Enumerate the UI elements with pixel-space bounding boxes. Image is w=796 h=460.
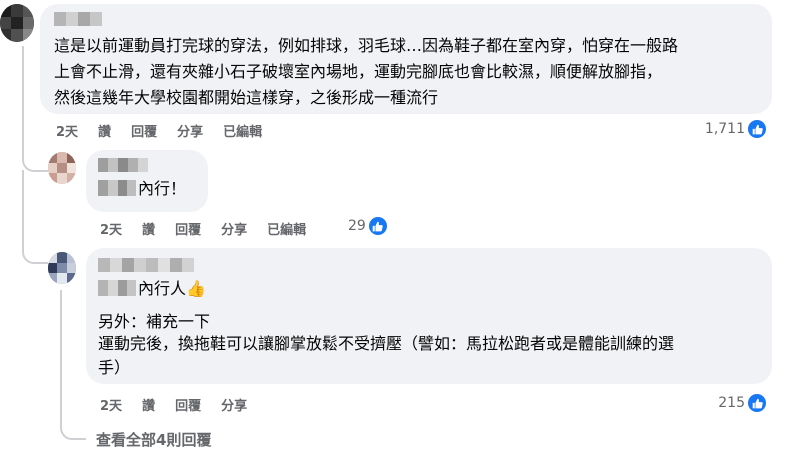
comment-actions: 2天 讚 回覆 分享 已編輯 bbox=[100, 219, 326, 238]
mentioned-user[interactable] bbox=[98, 180, 136, 196]
view-all-replies-link[interactable]: 查看全部4則回覆 bbox=[96, 429, 211, 450]
reaction-count[interactable]: 1,711 bbox=[705, 120, 766, 138]
like-button[interactable]: 讚 bbox=[142, 395, 155, 414]
reaction-count[interactable]: 29 bbox=[348, 217, 387, 235]
comment-text-line: 手） bbox=[98, 358, 131, 377]
share-button[interactable]: 分享 bbox=[221, 395, 247, 414]
thumbs-up-icon bbox=[368, 217, 387, 235]
comment-bubble: 內行！ bbox=[86, 150, 208, 212]
thumbs-up-icon bbox=[748, 120, 766, 138]
share-button[interactable]: 分享 bbox=[177, 121, 203, 140]
avatar[interactable] bbox=[0, 4, 34, 42]
like-count: 1,711 bbox=[704, 121, 745, 137]
comment-text-line: 上會不止滑，還有夾雜小石子破壞室內場地，運動完腳底也會比較濕，順便解放腳指， bbox=[54, 62, 663, 81]
avatar[interactable] bbox=[48, 252, 76, 284]
edited-label[interactable]: 已編輯 bbox=[223, 121, 262, 140]
reaction-count[interactable]: 215 bbox=[718, 394, 766, 412]
like-button[interactable]: 讚 bbox=[142, 219, 155, 238]
comment-text-line: 這是以前運動員打完球的穿法，例如排球，羽毛球…因為鞋子都在室內穿，怕穿在一般路 bbox=[54, 36, 679, 55]
comment-text: 內行人👍 bbox=[138, 277, 206, 301]
author-name[interactable] bbox=[98, 258, 194, 272]
reply-button[interactable]: 回覆 bbox=[175, 219, 201, 238]
thumbs-up-icon bbox=[748, 394, 766, 412]
timestamp[interactable]: 2天 bbox=[100, 395, 122, 414]
comment-text: 內行！ bbox=[138, 179, 187, 198]
comment-text-first: 內行人 bbox=[138, 279, 187, 298]
like-count: 29 bbox=[348, 218, 366, 234]
comment-bubble: 這是以前運動員打完球的穿法，例如排球，羽毛球…因為鞋子都在室內穿，怕穿在一般路 … bbox=[40, 4, 772, 114]
author-name[interactable] bbox=[98, 158, 148, 172]
comment-text-line: 然後這幾年大學校園都開始這樣穿，之後形成一種流行 bbox=[54, 88, 439, 107]
comment-text-line: 運動完後，換拖鞋可以讓腳掌放鬆不受擠壓（譬如：馬拉松跑者或是體能訓練的選 bbox=[98, 334, 675, 353]
comment-bubble: 內行人👍 另外：補充一下 運動完後，換拖鞋可以讓腳掌放鬆不受擠壓（譬如：馬拉松跑… bbox=[86, 248, 772, 384]
reply-button[interactable]: 回覆 bbox=[175, 395, 201, 414]
like-button[interactable]: 讚 bbox=[98, 121, 111, 140]
mentioned-user[interactable] bbox=[98, 280, 136, 296]
thread-line-reply-branch bbox=[22, 170, 48, 264]
comment-text-line: 另外：補充一下 bbox=[98, 312, 211, 331]
avatar[interactable] bbox=[48, 152, 76, 184]
like-count: 215 bbox=[718, 395, 745, 411]
thumbs-up-emoji: 👍 bbox=[186, 279, 206, 298]
timestamp[interactable]: 2天 bbox=[56, 121, 78, 140]
timestamp[interactable]: 2天 bbox=[100, 219, 122, 238]
author-name[interactable] bbox=[54, 12, 102, 26]
comment-actions: 2天 讚 回覆 分享 bbox=[100, 395, 267, 414]
comment-actions: 2天 讚 回覆 分享 已編輯 bbox=[56, 121, 282, 140]
edited-label[interactable]: 已編輯 bbox=[267, 219, 306, 238]
thread-line-view-more bbox=[60, 290, 86, 440]
share-button[interactable]: 分享 bbox=[221, 219, 247, 238]
reply-button[interactable]: 回覆 bbox=[131, 121, 157, 140]
